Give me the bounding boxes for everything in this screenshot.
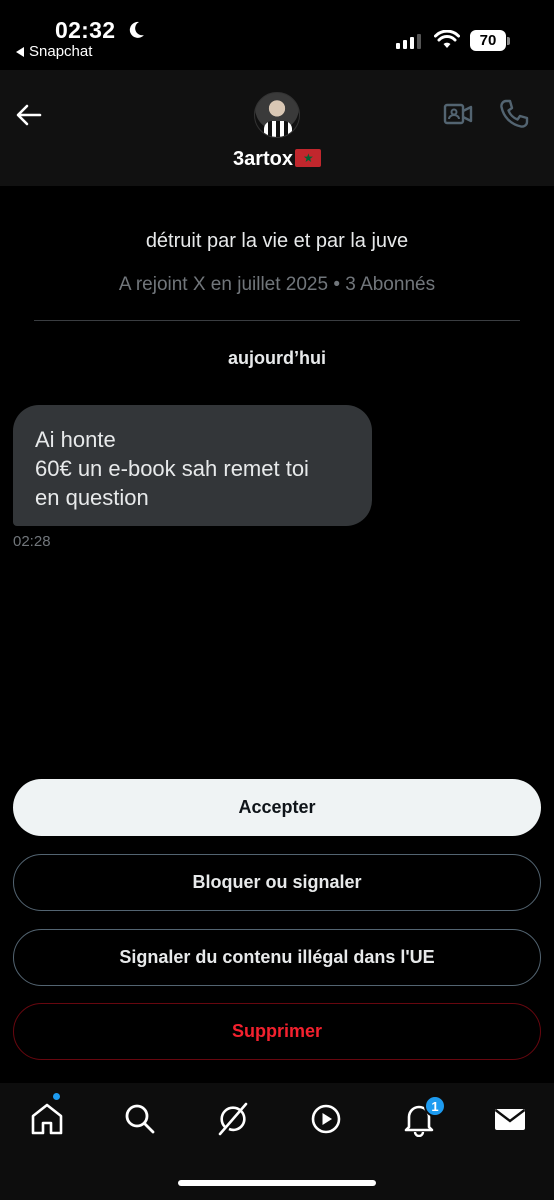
battery-cap <box>507 37 510 45</box>
video-play-icon[interactable] <box>308 1101 344 1137</box>
message-bubble[interactable]: Ai honte 60€ un e-book sah remet toi en … <box>13 405 372 526</box>
moon-icon <box>129 21 144 38</box>
divider <box>34 320 520 321</box>
home-indicator[interactable] <box>178 1180 376 1186</box>
profile-bio: détruit par la vie et par la juve <box>145 230 409 252</box>
date-separator: aujourd’hui <box>228 348 326 368</box>
home-icon[interactable] <box>29 1101 65 1137</box>
username[interactable]: 3artox ★ <box>0 148 554 171</box>
grok-icon[interactable] <box>215 1101 251 1137</box>
phone-call-icon[interactable] <box>498 98 530 130</box>
flag-star: ★ <box>303 151 314 165</box>
back-app-label: Snapchat <box>29 43 93 60</box>
back-triangle-icon <box>16 46 24 57</box>
wifi-icon <box>434 30 460 48</box>
battery-icon: 70 <box>470 30 506 51</box>
home-unread-dot <box>52 1092 61 1101</box>
video-call-icon[interactable] <box>442 98 474 130</box>
messages-mail-icon[interactable] <box>492 1101 528 1137</box>
message-text: Ai honte 60€ un e-book sah remet toi en … <box>35 427 309 510</box>
report-illegal-content-eu-button[interactable]: Signaler du contenu illégal dans l'UE <box>13 929 541 986</box>
username-text: 3artox <box>232 148 294 170</box>
back-to-app-link[interactable]: Snapchat <box>16 43 92 60</box>
conversation-header: 3artox ★ <box>0 70 554 186</box>
clock: 02:32 <box>55 17 116 43</box>
profile-joined-followers: A rejoint X en juillet 2025 • 3 Abonnés <box>118 274 436 295</box>
status-bar: 02:32 Snapchat 70 <box>0 0 554 70</box>
accept-button[interactable]: Accepter <box>13 779 541 836</box>
battery-level: 70 <box>479 32 497 49</box>
avatar-shirt <box>264 121 292 137</box>
back-arrow-icon[interactable] <box>14 100 44 130</box>
delete-button[interactable]: Supprimer <box>13 1003 541 1060</box>
morocco-flag-icon: ★ <box>295 149 322 167</box>
avatar[interactable] <box>254 92 300 138</box>
block-or-report-button[interactable]: Bloquer ou signaler <box>13 854 541 911</box>
notifications-badge: 1 <box>424 1095 446 1117</box>
search-icon[interactable] <box>122 1101 158 1137</box>
message-timestamp: 02:28 <box>13 533 51 550</box>
cellular-signal-icon <box>396 33 421 49</box>
